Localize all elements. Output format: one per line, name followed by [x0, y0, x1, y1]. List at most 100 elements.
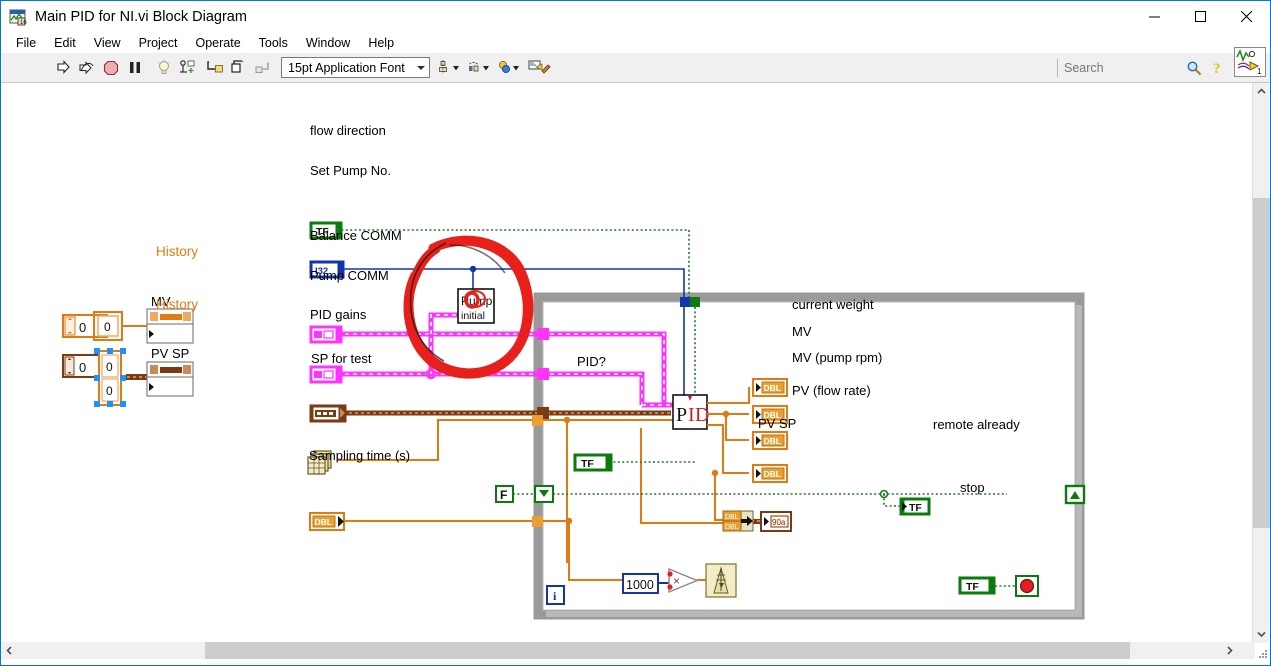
menu-edit[interactable]: Edit [45, 34, 85, 52]
loop-tunnel-sampling [532, 516, 543, 527]
indicator-remote-already: TF [899, 497, 931, 516]
vi-icon-badge: 1 [1257, 67, 1262, 76]
window-controls [1131, 1, 1269, 32]
label-pv-flow-rate: PV (flow rate) [792, 383, 871, 398]
label-pump-comm: Pump COMM [310, 268, 389, 283]
menu-operate[interactable]: Operate [186, 34, 249, 52]
retain-wire-values-button[interactable] [176, 56, 200, 80]
bundle-cluster-node: DBL DBL [722, 510, 754, 532]
menu-bar: File Edit View Project Operate Tools Win… [1, 33, 1270, 53]
label-pv-sp-indicator: PV SP [758, 416, 797, 431]
font-selector[interactable]: 15pt Application Font [281, 57, 430, 78]
label-current-weight: current weight [792, 297, 874, 312]
clean-up-diagram-button[interactable] [526, 56, 554, 80]
terminal-stop: TF [958, 576, 996, 595]
svg-text:DBL: DBL [725, 524, 739, 531]
vertical-scrollbar-thumb[interactable] [1253, 198, 1270, 528]
font-selector-value: 15pt Application Font [288, 60, 405, 75]
block-diagram-canvas[interactable]: 0 0 0 0 0 Pump initial P I D F TF DBL DB… [1, 83, 1238, 643]
search-input[interactable] [1062, 60, 1182, 76]
maximize-button[interactable] [1177, 1, 1223, 32]
indicator-pv-sp: 90a [760, 511, 792, 532]
label-pv-sp-constant: PV SP [151, 346, 190, 361]
align-objects-button[interactable] [436, 56, 466, 80]
label-balance-comm: Balance COMM [310, 228, 402, 243]
scroll-up-button[interactable] [1253, 83, 1270, 100]
minimize-button[interactable] [1131, 1, 1177, 32]
terminal-pump-comm [309, 365, 343, 384]
terminal-balance-comm [309, 325, 343, 344]
indicator-mv-pump-rpm: DBL [752, 431, 788, 450]
loop-stop-condition-terminal [1064, 484, 1086, 505]
loop-tunnel-blue [680, 297, 690, 307]
vertical-scrollbar[interactable] [1252, 83, 1270, 643]
labview-vi-icon: 16 [9, 8, 27, 26]
svg-text:P: P [676, 404, 687, 426]
svg-text:0: 0 [79, 320, 86, 335]
label-remote-already: remote already [933, 417, 1020, 432]
label-sampling-time: Sampling time (s) [309, 448, 411, 463]
menu-project[interactable]: Project [130, 34, 187, 52]
magnifier-icon[interactable] [1182, 56, 1206, 80]
step-into-button[interactable] [203, 56, 227, 80]
reorder-button[interactable] [496, 56, 526, 80]
label-pid-gains: PID gains [310, 307, 367, 322]
svg-text:TF: TF [909, 502, 922, 514]
menu-file[interactable]: File [7, 34, 45, 52]
step-out-button[interactable] [251, 56, 275, 80]
step-over-button[interactable] [227, 56, 251, 80]
svg-text:DBL: DBL [764, 436, 781, 446]
vi-icon-pane[interactable]: 1 [1234, 47, 1266, 77]
search-divider [1057, 59, 1058, 77]
scroll-down-button[interactable] [1253, 626, 1270, 643]
loop-tunnel-pump-comm [537, 368, 549, 380]
menu-tools[interactable]: Tools [250, 34, 297, 52]
close-button[interactable] [1223, 1, 1269, 32]
diagram-graphics: 0 0 0 0 0 Pump initial P I D F TF DBL DB… [62, 221, 1086, 620]
resize-grip[interactable] [1252, 643, 1268, 659]
run-button[interactable] [51, 56, 75, 80]
abort-execution-button[interactable] [99, 56, 123, 80]
highlight-execution-button[interactable] [152, 56, 176, 80]
iteration-terminal: i [546, 585, 565, 605]
label-mv: MV [792, 324, 812, 339]
title-bar: 16 Main PID for NI.vi Block Diagram [1, 1, 1270, 33]
menu-window[interactable]: Window [297, 34, 359, 52]
svg-text:0: 0 [106, 360, 113, 374]
window-bottom-strip [1, 659, 1270, 665]
distribute-objects-button[interactable] [466, 56, 496, 80]
run-continuously-button[interactable] [75, 56, 99, 80]
menu-view[interactable]: View [85, 34, 130, 52]
mv-constant-group: 0 0 [62, 311, 123, 341]
horizontal-scrollbar-thumb[interactable] [205, 642, 1130, 659]
mv-history-indicator [146, 308, 194, 344]
loop-tunnel-sp [532, 415, 543, 426]
svg-text:TF: TF [966, 581, 979, 593]
pvsp-history-indicator [146, 361, 194, 397]
menu-help[interactable]: Help [359, 34, 403, 52]
scroll-right-button[interactable] [1221, 642, 1238, 659]
label-sp-for-test: SP for test [311, 351, 372, 366]
mv-history-text: History [156, 244, 199, 259]
svg-text:1000: 1000 [626, 578, 654, 592]
svg-text:?: ? [1213, 61, 1221, 76]
window-title: Main PID for NI.vi Block Diagram [35, 9, 247, 25]
stop-sign-icon [1015, 575, 1039, 597]
svg-text:DBL: DBL [764, 383, 781, 393]
indicator-pv-flow-rate: DBL [752, 464, 788, 483]
indicator-current-weight: DBL [752, 378, 788, 397]
constant-false: F [495, 485, 514, 503]
horizontal-scrollbar[interactable] [1, 642, 1255, 659]
wait-ms-function [705, 563, 737, 598]
label-stop: stop [960, 480, 985, 495]
labview-block-diagram-window: 16 Main PID for NI.vi Block Diagram File… [0, 0, 1271, 666]
label-flow-direction: flow direction [310, 123, 386, 138]
terminal-pid-question: TF [573, 453, 613, 472]
constant-1000: 1000 [622, 573, 659, 594]
svg-text:TF: TF [581, 458, 594, 470]
scroll-left-button[interactable] [1, 642, 18, 659]
question-mark-help-icon[interactable]: ? [1206, 56, 1230, 80]
label-set-pump-no: Set Pump No. [310, 163, 391, 178]
pause-button[interactable] [123, 56, 147, 80]
search-area: ? [1057, 57, 1230, 79]
